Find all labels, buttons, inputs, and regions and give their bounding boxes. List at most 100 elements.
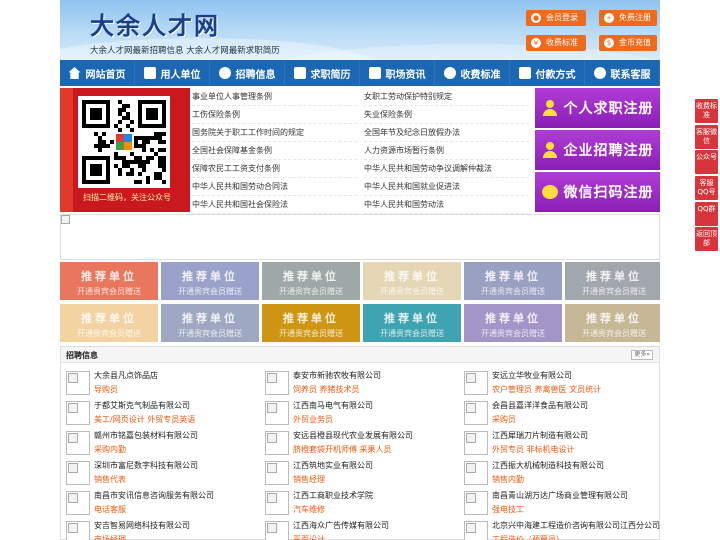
job-positions[interactable]: 外贸业务员 xyxy=(293,414,333,425)
company-name[interactable]: 大余县凡点饰品店 xyxy=(94,370,158,381)
recommended-unit-slot[interactable]: 推荐单位 开通贵宾会员赠送 xyxy=(565,262,660,300)
law-link[interactable]: 人力资源市场暂行条例 xyxy=(364,142,529,160)
job-item[interactable]: 安远立华牧业有限公司农户管理员 养禽兽医 文员统计 xyxy=(464,369,660,399)
nav-item-5[interactable]: 收费标准 xyxy=(435,60,510,86)
company-name[interactable]: 江西筑地实业有限公司 xyxy=(293,460,373,471)
company-name[interactable]: 江西海众广告传媒有限公司 xyxy=(293,520,389,531)
job-positions[interactable]: 采购员 xyxy=(492,414,516,425)
job-positions[interactable]: 销售内勤 xyxy=(492,474,524,485)
job-item[interactable]: 江西工商职业技术学院 汽车维修 xyxy=(265,489,461,519)
job-item[interactable]: 南昌青山湖万达广场商业管理有限公司 强电技工 xyxy=(464,489,660,519)
job-positions[interactable]: 平面设计 xyxy=(293,534,325,540)
recommended-unit-slot[interactable]: 推荐单位 开通贵宾会员赠送 xyxy=(262,304,360,342)
law-link[interactable]: 工伤保险条例 xyxy=(192,106,357,124)
side-float-item[interactable]: 返回顶部 xyxy=(695,227,718,252)
site-logo-title[interactable]: 大余人才网 xyxy=(90,6,220,41)
nav-item-3[interactable]: 求职简历 xyxy=(285,60,360,86)
company-name[interactable]: 江西犀瑞刀片制造有限公司 xyxy=(492,430,588,441)
company-name[interactable]: 安吉智易网络科技有限公司 xyxy=(94,520,190,531)
law-link[interactable]: 女职工劳动保护特别规定 xyxy=(364,88,529,106)
recommended-unit-slot[interactable]: 推荐单位 开通贵宾会员赠送 xyxy=(60,304,158,342)
recommended-unit-slot[interactable]: 推荐单位 开通贵宾会员赠送 xyxy=(161,262,259,300)
job-item[interactable]: 江西海众广告传媒有限公司平面设计 xyxy=(265,519,461,540)
job-item[interactable]: 泰安市新驰农牧有限公司 饲养员 养猪技术员 xyxy=(265,369,461,399)
job-item[interactable]: 安远县橙县现代农业发展有限公司 脐橙套袋开机师傅 采果人员 xyxy=(265,429,461,459)
law-link[interactable]: 失业保险条例 xyxy=(364,106,529,124)
job-item[interactable]: 会昌县嘉洋洋食品有限公司 采购员 xyxy=(464,399,660,429)
job-positions[interactable]: 美工/网页设计 外贸专员英语 xyxy=(94,414,195,425)
recommended-unit-slot[interactable]: 推荐单位 开通贵宾会员赠送 xyxy=(464,304,562,342)
law-link[interactable]: 中华人民共和国就业促进法 xyxy=(364,178,529,196)
recommended-unit-slot[interactable]: 推荐单位 开通贵宾会员赠送 xyxy=(565,304,660,342)
job-positions[interactable]: 饲养员 养猪技术员 xyxy=(293,384,360,395)
law-link[interactable]: 中华人民共和国劳动争议调解仲裁法 xyxy=(364,160,529,178)
company-name[interactable]: 安远立华牧业有限公司 xyxy=(492,370,572,381)
job-positions[interactable]: 农户管理员 养禽兽医 文员统计 xyxy=(492,384,601,395)
more-button[interactable]: 更多» xyxy=(631,350,653,360)
job-item[interactable]: 深圳市富尼数字科技有限公司 销售代表 xyxy=(66,459,262,489)
nav-item-0[interactable]: 网站首页 xyxy=(60,60,135,86)
job-positions[interactable]: 汽车维修 xyxy=(293,504,325,515)
company-name[interactable]: 于都艾斯克气制品有限公司 xyxy=(94,400,190,411)
side-float-item[interactable]: QQ群 xyxy=(695,201,718,226)
personal-register-button[interactable]: 个人求职注册 xyxy=(535,88,660,128)
company-name[interactable]: 会昌县嘉洋洋食品有限公司 xyxy=(492,400,588,411)
job-item[interactable]: 江西犀瑞刀片制造有限公司 外贸专员 非标机电设计 xyxy=(464,429,660,459)
job-item[interactable]: 江西南马电气有限公司 外贸业务员 xyxy=(265,399,461,429)
job-positions[interactable]: 脐橙套袋开机师傅 采果人员 xyxy=(293,444,392,455)
company-register-button[interactable]: 企业招聘注册 xyxy=(535,130,660,170)
law-link[interactable]: 全国年节及纪念日放假办法 xyxy=(364,124,529,142)
company-name[interactable]: 南昌市安讯信息咨询服务有限公司 xyxy=(94,490,214,501)
side-float-item[interactable]: 收费标准 xyxy=(695,99,718,123)
company-name[interactable]: 泰安市新驰农牧有限公司 xyxy=(293,370,381,381)
side-float-item[interactable]: 公众号 xyxy=(695,150,718,175)
banner-ad[interactable] xyxy=(60,214,660,260)
fees-button[interactable]: ¥ 收费标准 xyxy=(526,35,586,51)
company-name[interactable]: 北京兴中海建工程造价咨询有限公司江西分公司 xyxy=(492,520,660,531)
law-link[interactable]: 事业单位人事管理条例 xyxy=(192,88,357,106)
job-item[interactable]: 安吉智易网络科技有限公司 市场经理 xyxy=(66,519,262,540)
wechat-register-button[interactable]: 微信扫码注册 xyxy=(535,172,660,212)
recommended-unit-slot[interactable]: 推荐单位 开通贵宾会员赠送 xyxy=(161,304,259,342)
login-button[interactable]: ● 会员登录 xyxy=(526,10,586,26)
law-link[interactable]: 中华人民共和国劳动法 xyxy=(364,196,529,214)
nav-item-1[interactable]: 用人单位 xyxy=(135,60,210,86)
law-link[interactable]: 全国社会保障基金条例 xyxy=(192,142,357,160)
recommended-unit-slot[interactable]: 推荐单位 开通贵宾会员赠送 xyxy=(60,262,158,300)
job-positions[interactable]: 电话客服 xyxy=(94,504,126,515)
law-link[interactable]: 中华人民共和国劳动合同法 xyxy=(192,178,357,196)
job-item[interactable]: 江西筑地实业有限公司 销售经理 xyxy=(265,459,461,489)
company-name[interactable]: 深圳市富尼数字科技有限公司 xyxy=(94,460,198,471)
job-positions[interactable]: 导购员 xyxy=(94,384,118,395)
law-link[interactable]: 中华人民共和国社会保险法 xyxy=(192,196,357,214)
job-item[interactable]: 江西振大机械制造科技有限公司 销售内勤 xyxy=(464,459,660,489)
job-positions[interactable]: 工程造价（预算员） xyxy=(492,534,564,540)
company-name[interactable]: 赣州市铭嘉包装材料有限公司 xyxy=(94,430,198,441)
job-item[interactable]: 大余县凡点饰品店 导购员 xyxy=(66,369,262,399)
job-positions[interactable]: 采购内勤 xyxy=(94,444,126,455)
side-float-item[interactable]: 客服微信 xyxy=(695,124,718,149)
recommended-unit-slot[interactable]: 推荐单位 开通贵宾会员赠送 xyxy=(262,262,360,300)
company-name[interactable]: 江西南马电气有限公司 xyxy=(293,400,373,411)
company-name[interactable]: 江西振大机械制造科技有限公司 xyxy=(492,460,604,471)
nav-item-2[interactable]: 招聘信息 xyxy=(210,60,285,86)
job-positions[interactable]: 强电技工 xyxy=(492,504,524,515)
nav-item-4[interactable]: 职场资讯 xyxy=(360,60,435,86)
job-item[interactable]: 于都艾斯克气制品有限公司 美工/网页设计 外贸专员英语 xyxy=(66,399,262,429)
recommended-unit-slot[interactable]: 推荐单位 开通贵宾会员赠送 xyxy=(363,304,461,342)
job-item[interactable]: 南昌市安讯信息咨询服务有限公司 电话客服 xyxy=(66,489,262,519)
job-positions[interactable]: 销售代表 xyxy=(94,474,126,485)
job-item[interactable]: 赣州市铭嘉包装材料有限公司 采购内勤 xyxy=(66,429,262,459)
coin-recharge-button[interactable]: $ 金币充值 xyxy=(599,35,657,51)
company-name[interactable]: 南昌青山湖万达广场商业管理有限公司 xyxy=(492,490,628,501)
recommended-unit-slot[interactable]: 推荐单位 开通贵宾会员赠送 xyxy=(464,262,562,300)
register-button[interactable]: + 免费注册 xyxy=(599,10,657,26)
job-item[interactable]: 北京兴中海建工程造价咨询有限公司江西分公司工程造价（预算员） xyxy=(464,519,660,540)
job-positions[interactable]: 外贸专员 非标机电设计 xyxy=(492,444,575,455)
company-name[interactable]: 江西工商职业技术学院 xyxy=(293,490,373,501)
nav-item-6[interactable]: 付款方式 xyxy=(510,60,585,86)
job-positions[interactable]: 销售经理 xyxy=(293,474,325,485)
law-link[interactable]: 保障农民工工资支付条例 xyxy=(192,160,357,178)
law-link[interactable]: 国务院关于职工工作时间的规定 xyxy=(192,124,357,142)
side-float-item[interactable]: 客服QQ号 xyxy=(695,176,718,201)
